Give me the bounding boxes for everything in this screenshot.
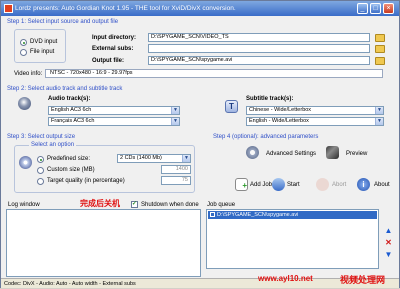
watermark-url: www.ayl10.net (258, 274, 313, 283)
speaker-icon (18, 97, 31, 110)
move-down-icon[interactable]: ▼ (384, 250, 393, 259)
step3-label: Step 3: Select output size (7, 134, 76, 140)
audio-tracks-label: Audio track(s): (48, 96, 91, 102)
external-subs-field[interactable] (148, 44, 370, 53)
subtitle1-value: Chinese - Wide/Letterbox (249, 107, 312, 113)
job-queue-label: Job queue (207, 202, 236, 208)
subtitle2-value: English - Wide/Letterbox (249, 118, 309, 124)
shutdown-label: Shutdown when done (141, 202, 199, 208)
custom-size-label: Custom size (MB) (47, 167, 95, 173)
audio-track2-value: Français AC3 6ch (51, 118, 95, 124)
subtitle1-select[interactable]: Chinese - Wide/Letterbox ▼ (246, 106, 384, 115)
chevron-down-icon[interactable]: ▼ (375, 118, 383, 125)
advanced-settings-button[interactable]: Advanced Settings (266, 151, 316, 157)
step2-label: Step 2: Select audio track and subtitle … (7, 86, 123, 92)
dvd-input-label: DVD input (30, 39, 58, 45)
chevron-down-icon[interactable]: ▼ (171, 118, 179, 125)
custom-size-radio[interactable] (37, 167, 44, 174)
step1-label: Step 1: Select input source and output f… (7, 19, 119, 25)
audio-track1-select[interactable]: English AC3 6ch ▼ (48, 106, 180, 115)
predefined-size-select[interactable]: 2 CDs (1400 Mb) ▼ (117, 154, 191, 163)
main-window: Lordz presents: Auto Gordian Knot 1.95 -… (0, 0, 400, 288)
info-icon[interactable]: i (357, 178, 370, 191)
app-icon (4, 4, 13, 13)
folder-icon[interactable] (375, 57, 385, 65)
select-option-label: Select an option (29, 142, 77, 148)
output-file-label: Output file: (92, 58, 124, 64)
custom-size-field[interactable]: 1400 (161, 165, 191, 174)
output-file-field[interactable]: D:\SPYGAME_SCN\spygame.avi (148, 56, 370, 65)
annotation-cn-label: 完成后关机 (80, 199, 120, 208)
delete-icon[interactable]: ✕ (384, 238, 393, 247)
chevron-down-icon[interactable]: ▼ (375, 107, 383, 114)
subtitle-tracks-label: Subtitle track(s): (246, 96, 294, 102)
start-icon[interactable] (272, 178, 285, 191)
stop-icon[interactable] (316, 178, 329, 191)
chevron-down-icon[interactable]: ▼ (182, 155, 190, 162)
film-reel-icon[interactable] (326, 146, 339, 159)
abort-button[interactable]: Abort (332, 182, 346, 188)
shutdown-checkbox[interactable]: ✓ (131, 201, 138, 208)
maximize-button[interactable]: □ (370, 3, 381, 14)
job-checkbox[interactable] (210, 212, 215, 218)
target-quality-label: Target quality (in percentage) (47, 178, 125, 184)
preview-button[interactable]: Preview (346, 151, 367, 157)
dvd-input-radio[interactable] (20, 39, 27, 46)
subtitle2-select[interactable]: English - Wide/Letterbox ▼ (246, 117, 384, 126)
add-job-button[interactable]: Add Job (250, 182, 272, 188)
subtitle-icon: T (225, 100, 238, 113)
add-job-icon[interactable]: + (235, 178, 248, 191)
audio-track1-value: English AC3 6ch (51, 107, 92, 113)
predefined-size-radio[interactable] (37, 156, 44, 163)
predefined-size-label: Predefined size: (47, 156, 91, 162)
title-bar: Lordz presents: Auto Gordian Knot 1.95 -… (1, 1, 399, 16)
target-quality-field[interactable]: 75 (161, 176, 191, 185)
input-directory-label: Input directory: (92, 35, 137, 41)
minimize-button[interactable]: _ (357, 3, 368, 14)
external-subs-label: External subs: (92, 46, 134, 52)
file-input-label: File input (30, 49, 55, 55)
watermark-brand: 视频处理网 (340, 275, 386, 285)
target-quality-radio[interactable] (37, 178, 44, 185)
file-input-radio[interactable] (20, 49, 27, 56)
move-up-icon[interactable]: ▲ (384, 226, 393, 235)
step4-label: Step 4 (optional): advanced parameters (213, 134, 319, 140)
close-button[interactable]: × (383, 3, 394, 14)
input-type-group (14, 29, 66, 63)
log-window-label: Log window (8, 202, 40, 208)
job-queue-item-label: D:\SPYGAME_SCN\spygame.avi (217, 212, 299, 218)
input-directory-field[interactable]: D:\SPYGAME_SCN\VIDEO_TS (148, 33, 370, 42)
video-info-value: NTSC - 720x480 - 16:9 - 29.97fps (45, 69, 383, 78)
folder-icon[interactable] (375, 34, 385, 42)
about-button[interactable]: About (374, 182, 390, 188)
cd-icon (19, 156, 32, 169)
job-queue-list[interactable]: D:\SPYGAME_SCN\spygame.avi (206, 209, 379, 269)
audio-track2-select[interactable]: Français AC3 6ch ▼ (48, 117, 180, 126)
window-title: Lordz presents: Auto Gordian Knot 1.95 -… (15, 5, 236, 12)
chevron-down-icon[interactable]: ▼ (171, 107, 179, 114)
predefined-size-value: 2 CDs (1400 Mb) (120, 155, 162, 161)
video-info-label: Video info: (14, 71, 43, 77)
job-queue-item[interactable]: D:\SPYGAME_SCN\spygame.avi (208, 211, 377, 219)
log-window[interactable] (6, 209, 201, 277)
gear-icon[interactable] (246, 146, 259, 159)
start-button[interactable]: Start (287, 182, 300, 188)
folder-icon[interactable] (375, 45, 385, 53)
